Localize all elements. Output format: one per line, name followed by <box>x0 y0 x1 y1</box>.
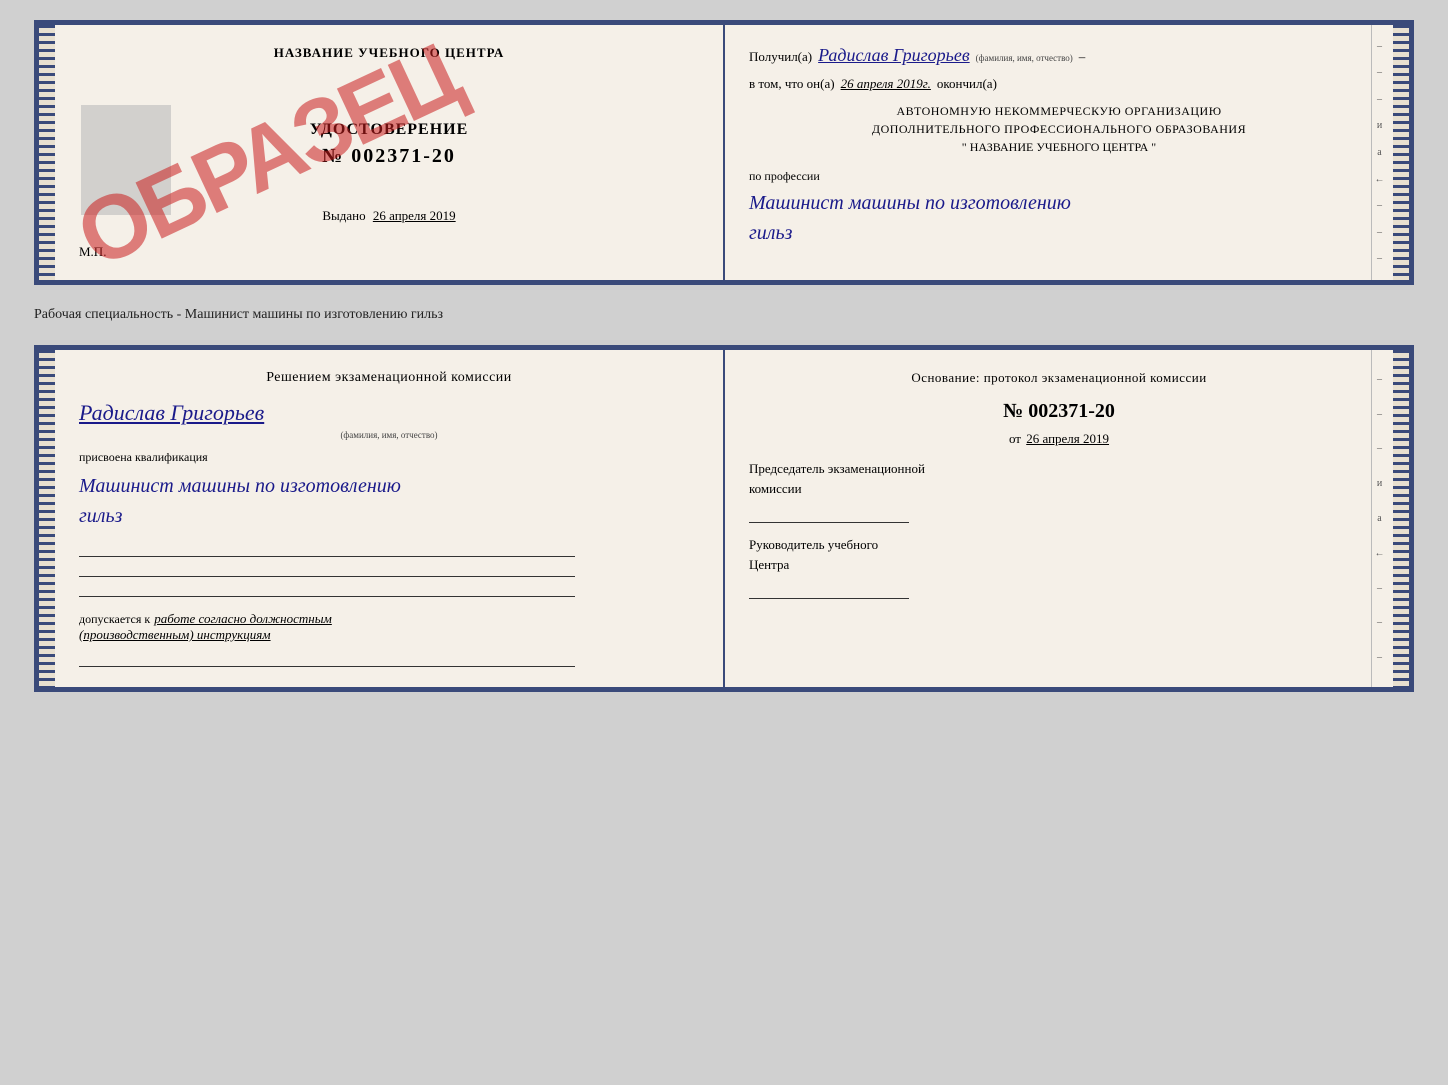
mark2: – <box>1377 67 1382 78</box>
bmark5: – <box>1377 617 1382 628</box>
right-border-decoration-bottom <box>1393 350 1409 687</box>
bmark-a: а <box>1377 513 1381 524</box>
center-leader2: Центра <box>749 557 1369 573</box>
assigned-label: присвоена квалификация <box>79 450 699 465</box>
finished-label: окончил(а) <box>937 76 997 92</box>
center-leader: Руководитель учебного <box>749 537 1369 553</box>
cert-institution-title: НАЗВАНИЕ УЧЕБНОГО ЦЕНТРА <box>79 45 699 61</box>
allowed-label: допускается к <box>79 612 150 627</box>
right-border-decoration-top <box>1393 25 1409 280</box>
person-name-cursive: Радислав Григорьев <box>79 400 264 425</box>
person-name-block: Радислав Григорьев <box>79 400 699 426</box>
left-border-decoration <box>39 25 55 280</box>
cert-label: УДОСТОВЕРЕНИЕ <box>79 121 699 139</box>
top-doc-right: Получил(а) Радислав Григорьев (фамилия, … <box>725 25 1393 280</box>
org-line1: АВТОНОМНУЮ НЕКОММЕРЧЕСКУЮ ОРГАНИЗАЦИЮ <box>749 104 1369 119</box>
protocol-date: 26 апреля 2019 <box>1026 431 1109 446</box>
bottom-doc-left: Решением экзаменационной комиссии Радисл… <box>55 350 725 687</box>
commission-chair2: комиссии <box>749 481 1369 497</box>
mark-i: и <box>1377 120 1382 131</box>
protocol-date-prefix: от <box>1009 431 1021 446</box>
mark6: – <box>1377 253 1382 264</box>
profession-block-top: по профессии Машинист машины по изготовл… <box>749 169 1369 248</box>
top-doc-body: НАЗВАНИЕ УЧЕБНОГО ЦЕНТРА ОБРАЗЕЦ УДОСТОВ… <box>55 25 1393 280</box>
chair-signature-line <box>749 505 909 523</box>
top-document-wrapper: НАЗВАНИЕ УЧЕБНОГО ЦЕНТРА ОБРАЗЕЦ УДОСТОВ… <box>34 20 1414 285</box>
mark-a: а <box>1377 147 1381 158</box>
recipient-name: Радислав Григорьев <box>818 45 970 66</box>
separator-label: Рабочая специальность - Машинист машины … <box>34 303 1414 327</box>
received-line: Получил(а) Радислав Григорьев (фамилия, … <box>749 45 1369 66</box>
allowed-cursive: работе согласно должностным <box>154 611 332 627</box>
fio-hint-top: (фамилия, имя, отчество) <box>976 53 1073 63</box>
bmark2: – <box>1377 409 1382 420</box>
top-document: НАЗВАНИЕ УЧЕБНОГО ЦЕНТРА ОБРАЗЕЦ УДОСТОВ… <box>34 20 1414 285</box>
left-border-decoration-bottom <box>39 350 55 687</box>
qualification-name: Машинист машины по изготовлению гильз <box>79 471 699 531</box>
bottom-doc-body: Решением экзаменационной комиссии Радисл… <box>55 350 1393 687</box>
bottom-doc-right: Основание: протокол экзаменационной коми… <box>725 350 1393 687</box>
blank-line-3 <box>79 581 575 597</box>
protocol-date-line: от 26 апреля 2019 <box>749 431 1369 447</box>
in-that-label: в том, что он(а) <box>749 76 835 92</box>
dash1: – <box>1079 49 1086 65</box>
org-quote-close: " <box>1151 140 1156 154</box>
bmark1: – <box>1377 374 1382 385</box>
mark-arrow: ← <box>1375 174 1385 185</box>
org-line2: ДОПОЛНИТЕЛЬНОГО ПРОФЕССИОНАЛЬНОГО ОБРАЗО… <box>749 122 1369 137</box>
bottom-document: Решением экзаменационной комиссии Радисл… <box>34 345 1414 692</box>
completion-date: 26 апреля 2019г. <box>841 76 931 92</box>
fio-sub: (фамилия, имя, отчество) <box>79 430 699 440</box>
in-that-line: в том, что он(а) 26 апреля 2019г. окончи… <box>749 76 1369 92</box>
protocol-number: № 002371-20 <box>749 400 1369 423</box>
issued-label: Выдано <box>322 208 365 223</box>
mark5: – <box>1377 227 1382 238</box>
cert-issued-line: Выдано 26 апреля 2019 <box>79 208 699 224</box>
right-margin-marks-top: – – – и а ← – – – <box>1371 25 1387 280</box>
commission-chair: Председатель экзаменационной <box>749 461 1369 477</box>
bmark3: – <box>1377 443 1382 454</box>
issued-date: 26 апреля 2019 <box>373 208 456 223</box>
received-label: Получил(а) <box>749 49 812 65</box>
leader-signature-line <box>749 581 909 599</box>
bmark-arrow: ← <box>1375 548 1385 559</box>
allowed-section: допускается к работе согласно должностны… <box>79 611 699 627</box>
cert-number: № 002371-20 <box>79 145 699 168</box>
profession-label: по профессии <box>749 169 1369 184</box>
mark3: – <box>1377 94 1382 105</box>
blank-line-1 <box>79 541 575 557</box>
bottom-document-wrapper: Решением экзаменационной комиссии Радисл… <box>34 345 1414 692</box>
org-block: АВТОНОМНУЮ НЕКОММЕРЧЕСКУЮ ОРГАНИЗАЦИЮ ДО… <box>749 104 1369 155</box>
bmark6: – <box>1377 652 1382 663</box>
top-doc-left: НАЗВАНИЕ УЧЕБНОГО ЦЕНТРА ОБРАЗЕЦ УДОСТОВ… <box>55 25 725 280</box>
org-quote-open: " <box>962 140 967 154</box>
org-name-center: НАЗВАНИЕ УЧЕБНОГО ЦЕНТРА <box>970 140 1149 154</box>
right-margin-marks-bottom: – – – и а ← – – – <box>1371 350 1387 687</box>
decision-title: Решением экзаменационной комиссии <box>79 370 699 386</box>
org-line3: " НАЗВАНИЕ УЧЕБНОГО ЦЕНТРА " <box>749 140 1369 155</box>
profession-name-cursive: Машинист машины по изготовлению гильз <box>749 188 1369 248</box>
blank-line-4 <box>79 651 575 667</box>
bmark4: – <box>1377 583 1382 594</box>
basis-title: Основание: протокол экзаменационной коми… <box>749 370 1369 386</box>
mark1: – <box>1377 41 1382 52</box>
mp-label: М.П. <box>79 244 699 260</box>
mark4: – <box>1377 200 1382 211</box>
cert-block: УДОСТОВЕРЕНИЕ № 002371-20 <box>79 121 699 168</box>
allowed-cursive-2: (производственным) инструкциям <box>79 627 699 643</box>
bmark-i: и <box>1377 478 1382 489</box>
blank-line-2 <box>79 561 575 577</box>
